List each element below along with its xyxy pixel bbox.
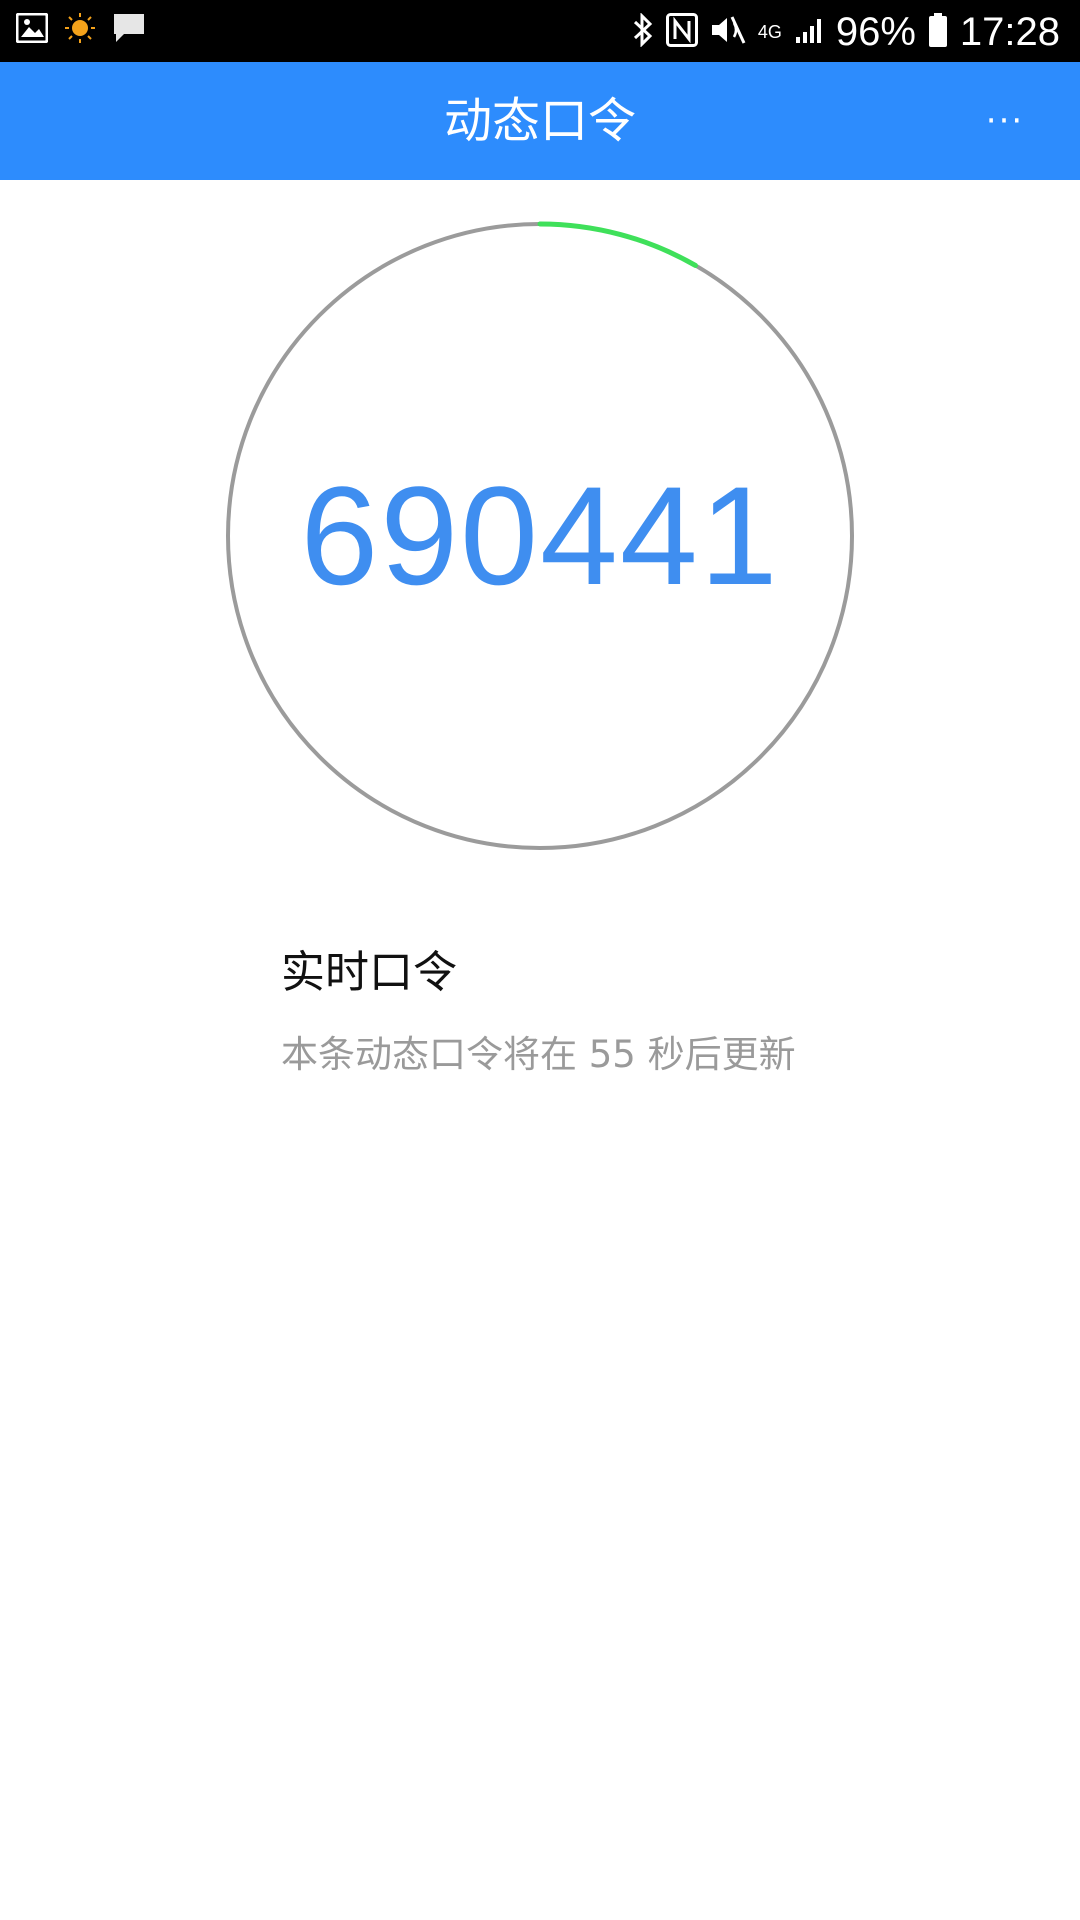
nfc-icon	[665, 13, 698, 51]
message-icon	[112, 12, 146, 48]
status-bar: 4G 96% 17:28	[0, 0, 1080, 62]
more-dots-icon: ···	[985, 101, 1025, 141]
app-bar: 动态口令 ···	[0, 62, 1080, 180]
weather-sun-icon	[64, 12, 96, 48]
battery-icon	[928, 12, 948, 52]
bluetooth-icon	[632, 12, 654, 51]
gallery-icon	[15, 12, 49, 47]
more-options-button[interactable]: ···	[968, 84, 1042, 158]
page-title: 动态口令	[443, 93, 636, 149]
mute-vibrate-icon	[710, 13, 746, 51]
clock: 17:28	[959, 10, 1060, 54]
network-type-label: 4G	[757, 22, 782, 42]
signal-icon	[794, 15, 824, 49]
notification-icons	[15, 12, 146, 48]
token-timer-ring: 690441	[220, 216, 860, 856]
token-section-title: 实时口令	[281, 947, 457, 998]
battery-percent: 96%	[835, 10, 916, 54]
token-code: 690441	[300, 457, 780, 614]
token-refresh-hint: 本条动态口令将在 55 秒后更新	[281, 1033, 796, 1076]
system-icons: 4G 96% 17:28	[632, 6, 1060, 58]
